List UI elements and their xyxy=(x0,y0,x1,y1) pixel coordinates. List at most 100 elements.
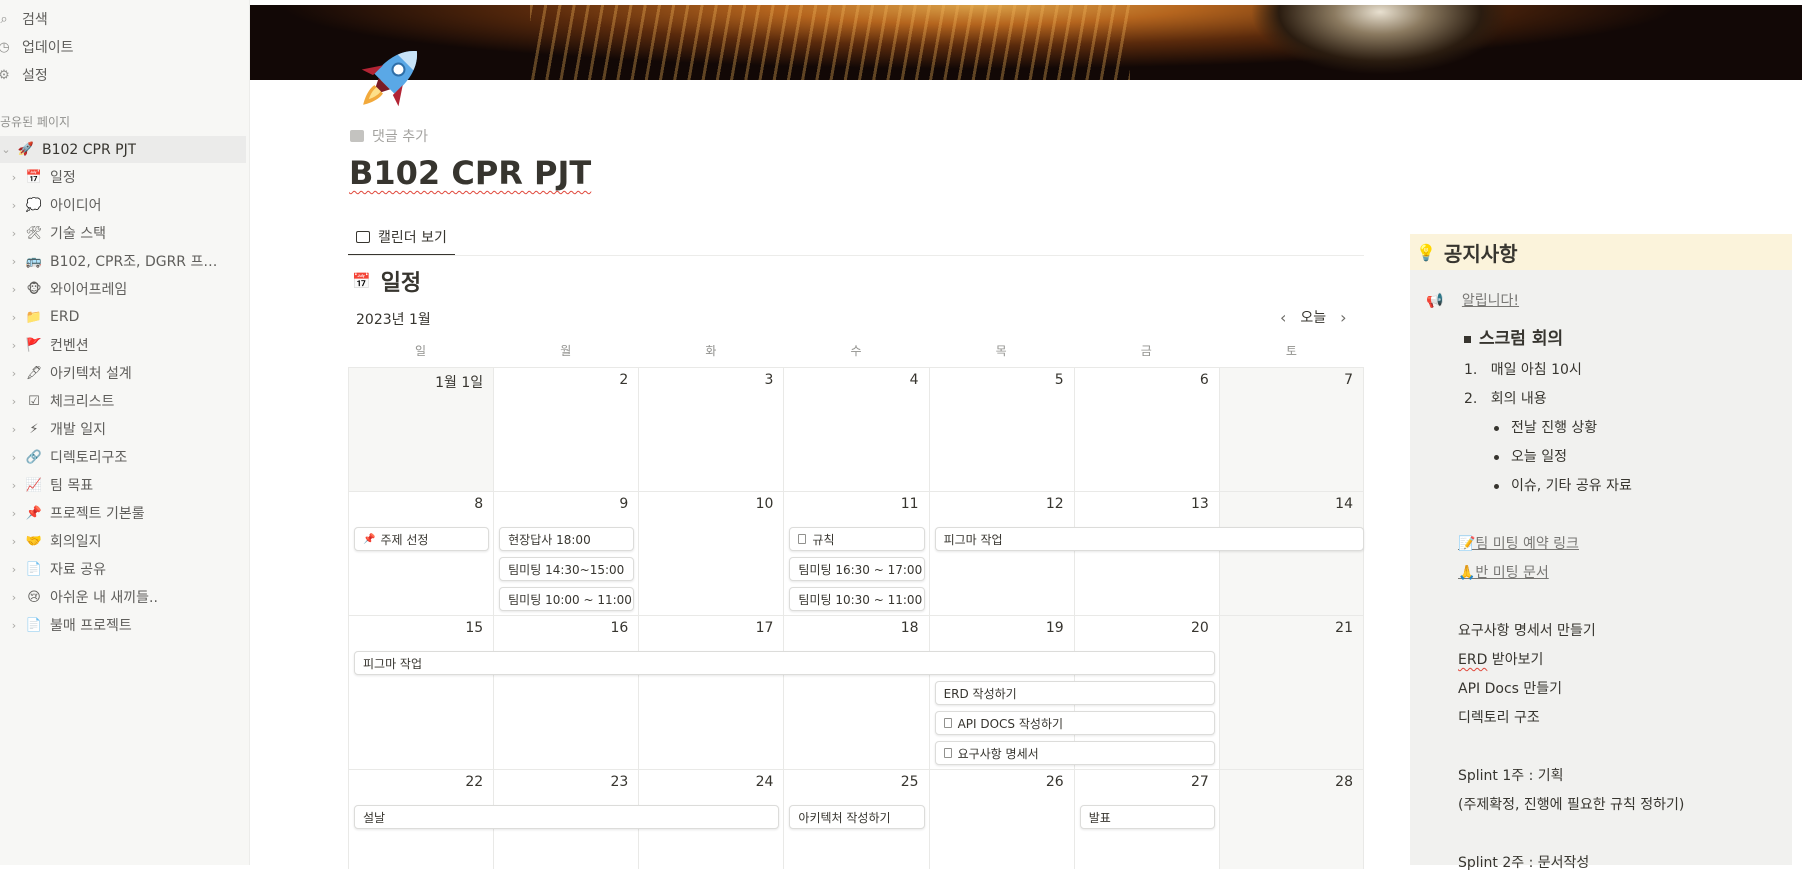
event-title: 팀미팅 14:30~15:00 xyxy=(508,562,625,577)
notice-callout: 💡 공지사항 📢 알립니다! 스크럼 회의 1. 매일 아침 10시 2. 회의… xyxy=(1410,234,1792,871)
sidebar-item-dev-log[interactable]: › ⚡ 개발 일지 xyxy=(0,415,246,443)
rocket-icon[interactable] xyxy=(348,36,432,120)
calendar-day-cell[interactable]: 17 xyxy=(638,616,783,769)
chevron-right-icon[interactable]: › xyxy=(8,479,20,492)
calendar-event[interactable]: API DOCS 작성하기 xyxy=(934,711,1215,735)
event-title: 팀미팅 10:30 ~ 11:00 xyxy=(798,592,923,607)
chevron-right-icon[interactable]: › xyxy=(8,283,20,296)
page-icon xyxy=(943,718,952,728)
sidebar-item-erd[interactable]: › 📁 ERD xyxy=(0,303,246,331)
chevron-left-icon[interactable]: ‹ xyxy=(1280,308,1286,327)
announce-link[interactable]: 알립니다! xyxy=(1462,293,1519,309)
calendar-event[interactable]: 현장답사 18:00 xyxy=(499,527,635,551)
calendar-event[interactable]: 팀미팅 10:30 ~ 11:00 xyxy=(789,587,925,611)
sidebar-item-convention[interactable]: › 🚩 컨벤션 xyxy=(0,331,246,359)
calendar-grid: 일 월 화 수 목 금 토 1월 1일 2 3 4 5 6 7 8 9 10 11 12 13 14 📌 주제… xyxy=(348,338,1364,869)
sidebar-item-meeting-log[interactable]: › 🤝 회의일지 xyxy=(0,527,246,555)
sidebar-item-directory[interactable]: › 🔗 디렉토리구조 xyxy=(0,443,246,471)
calendar-day-cell[interactable]: 14 xyxy=(1218,492,1364,615)
chevron-down-icon[interactable]: ⌄ xyxy=(0,143,12,156)
add-comment-button[interactable]: 댓글 추가 xyxy=(350,126,428,146)
calendar-day-cell[interactable]: 12 xyxy=(928,492,1074,615)
sidebar-updates[interactable]: ◷ 업데이트 xyxy=(0,34,240,60)
sidebar-item-schedule[interactable]: › 📅 일정 xyxy=(0,163,246,191)
chevron-right-icon[interactable]: › xyxy=(8,199,20,212)
cover-image[interactable] xyxy=(250,5,1802,80)
calendar-day-cell[interactable]: 8 xyxy=(348,492,493,615)
tab-calendar-view[interactable]: 캘린더 보기 xyxy=(348,226,455,256)
sidebar-item-tech-stack[interactable]: › 🛠 기술 스택 xyxy=(0,219,246,247)
splint-1: Splint 1주 : 기획 xyxy=(1458,768,1564,784)
sidebar-item-ideas[interactable]: › 💭 아이디어 xyxy=(0,191,246,219)
sidebar-item-leftovers[interactable]: › 😢 아쉬운 내 새끼들.. xyxy=(0,583,246,611)
scrum-heading: 스크럼 회의 xyxy=(1464,324,1563,349)
calendar-event[interactable]: 요구사항 명세서 xyxy=(934,741,1215,765)
sidebar-item-wireframe[interactable]: › 🐵 와이어프레임 xyxy=(0,275,246,303)
calendar-event[interactable]: 팀미팅 10:00 ~ 11:00 xyxy=(499,587,635,611)
chevron-right-icon[interactable]: › xyxy=(8,227,20,240)
chevron-right-icon[interactable]: › xyxy=(8,619,20,632)
scrum-title: 스크럼 회의 xyxy=(1479,329,1564,349)
chevron-right-icon[interactable]: › xyxy=(1340,308,1346,327)
calendar-event[interactable]: 팀미팅 16:30 ~ 17:00 xyxy=(789,557,925,581)
database-title[interactable]: 📅 일정 xyxy=(352,265,421,297)
calendar-day-cell[interactable]: 7 xyxy=(1218,368,1364,491)
chevron-right-icon[interactable]: › xyxy=(8,507,20,520)
megaphone-icon: 📢 xyxy=(1426,293,1444,309)
sidebar-search[interactable]: ⌕ 검색 xyxy=(0,6,240,32)
today-button[interactable]: 오늘 xyxy=(1300,307,1326,327)
calendar-day-cell[interactable]: 5 xyxy=(928,368,1074,491)
class-meeting-link[interactable]: 🙏반 미팅 문서 xyxy=(1458,562,1549,582)
chevron-right-icon[interactable]: › xyxy=(8,255,20,268)
calendar-day-cell[interactable]: 1월 1일 xyxy=(348,368,494,491)
sidebar-item-boycott[interactable]: › 📄 불매 프로젝트 xyxy=(0,611,246,639)
calendar-day-cell[interactable]: 3 xyxy=(638,368,783,491)
calendar-event[interactable]: 피그마 작업 xyxy=(934,527,1364,551)
calendar-day-cell[interactable]: 28 xyxy=(1218,770,1364,869)
event-title: API DOCS 작성하기 xyxy=(957,716,1064,731)
calendar-day-cell[interactable]: 26 xyxy=(928,770,1074,869)
calendar-event[interactable]: 아키텍처 작성하기 xyxy=(789,805,925,829)
calendar-event[interactable]: 팀미팅 14:30~15:00 xyxy=(499,557,635,581)
chevron-right-icon[interactable]: › xyxy=(8,395,20,408)
sidebar-item-rules[interactable]: › 📌 프로젝트 기본룰 xyxy=(0,499,246,527)
calendar-day-cell[interactable]: 15 xyxy=(348,616,493,769)
calendar-day-cell[interactable]: 2 xyxy=(493,368,638,491)
chevron-right-icon[interactable]: › xyxy=(8,339,20,352)
sidebar-item-checklist[interactable]: › ☑ 체크리스트 xyxy=(0,387,246,415)
calendar-day-cell[interactable]: 10 xyxy=(638,492,783,615)
chevron-right-icon[interactable]: › xyxy=(8,535,20,548)
sidebar-item-resources[interactable]: › 📄 자료 공유 xyxy=(0,555,246,583)
sidebar-item-architecture[interactable]: › 🖋 아키텍처 설계 xyxy=(0,359,246,387)
chevron-right-icon[interactable]: › xyxy=(8,591,20,604)
calendar-event[interactable]: 규칙 xyxy=(789,527,925,551)
chevron-right-icon[interactable]: › xyxy=(8,451,20,464)
calendar-day-cell[interactable]: 16 xyxy=(493,616,638,769)
chevron-right-icon[interactable]: › xyxy=(8,171,20,184)
chevron-right-icon[interactable]: › xyxy=(8,423,20,436)
calendar-event[interactable]: 설날 xyxy=(354,805,780,829)
day-number: 24 xyxy=(755,774,774,790)
page-title[interactable]: B102 CPR PJT xyxy=(349,154,591,192)
lightning-icon: ⚡ xyxy=(29,421,39,437)
calendar-day-cell[interactable]: 18 xyxy=(783,616,928,769)
calendar-day-cell[interactable]: 21 xyxy=(1218,616,1364,769)
calendar-day-cell[interactable]: 6 xyxy=(1073,368,1219,491)
chevron-right-icon[interactable]: › xyxy=(8,563,20,576)
splint-1-note: (주제확정, 진행에 필요한 규칙 정하기) xyxy=(1458,797,1685,813)
sidebar-item-project[interactable]: › 🚌 B102, CPR조, DGRR 프로젝... xyxy=(0,247,246,275)
calendar-event[interactable]: 피그마 작업 xyxy=(354,651,1215,675)
calendar-day-cell[interactable]: 13 xyxy=(1073,492,1219,615)
chevron-right-icon[interactable]: › xyxy=(8,367,20,380)
sidebar-item-team-goal[interactable]: › 📈 팀 목표 xyxy=(0,471,246,499)
clock-icon: ◷ xyxy=(0,39,10,55)
calendar-day-cell[interactable]: 4 xyxy=(783,368,928,491)
calendar-event[interactable]: 📌 주제 선정 xyxy=(354,527,490,551)
calendar-event[interactable]: ERD 작성하기 xyxy=(934,681,1215,705)
sidebar-settings[interactable]: ⚙ 설정 xyxy=(0,62,240,88)
calendar-event[interactable]: 발표 xyxy=(1079,805,1215,829)
sidebar-item-root[interactable]: ⌄ 🚀 B102 CPR PJT xyxy=(0,136,246,163)
chevron-right-icon[interactable]: › xyxy=(8,311,20,324)
sidebar-item-label: 자료 공유 xyxy=(50,562,106,578)
team-meeting-link[interactable]: 📝팀 미팅 예약 링크 xyxy=(1458,533,1579,553)
